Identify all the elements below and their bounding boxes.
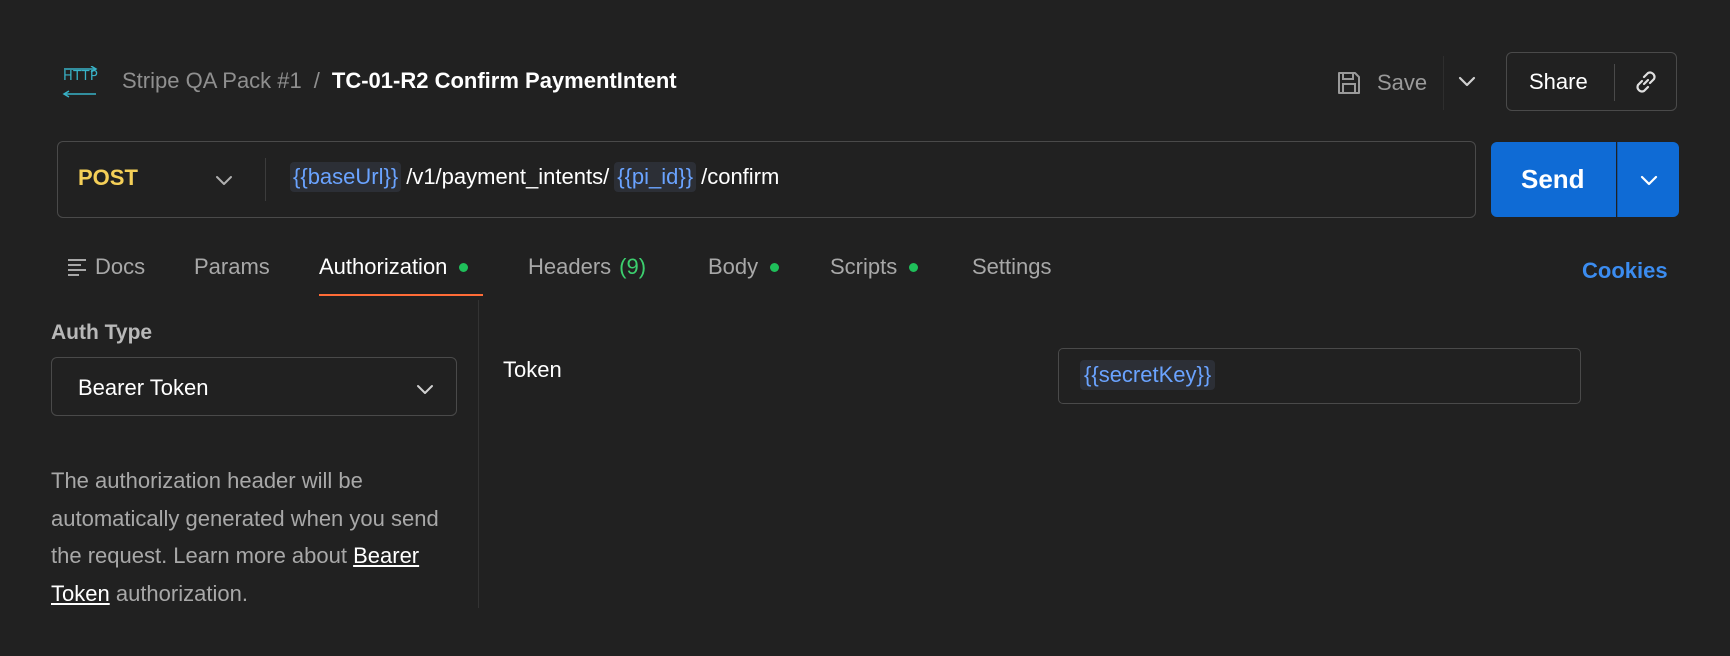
tab-indicator-dot bbox=[770, 262, 780, 272]
token-variable: {{secretKey}} bbox=[1080, 360, 1216, 390]
request-title[interactable]: TC-01-R2 Confirm PaymentIntent bbox=[332, 68, 677, 94]
token-input[interactable]: {{secretKey}} bbox=[1058, 348, 1581, 404]
auth-type-value: Bearer Token bbox=[78, 375, 209, 400]
url-path: /confirm bbox=[701, 164, 780, 189]
request-tabs: Docs Params Authorization Headers (9) Bo… bbox=[0, 250, 1730, 300]
share-group: Share bbox=[1506, 52, 1677, 111]
link-icon[interactable] bbox=[1631, 67, 1661, 97]
tab-body-label: Body bbox=[708, 254, 759, 279]
share-button[interactable]: Share bbox=[1529, 69, 1588, 95]
url-input[interactable]: {{baseUrl}} /v1/payment_intents/ {{pi_id… bbox=[290, 162, 784, 192]
method-select[interactable]: POST bbox=[78, 165, 138, 191]
url-variable: {{pi_id}} bbox=[614, 162, 697, 192]
url-bar: POST {{baseUrl}} /v1/payment_intents/ {{… bbox=[57, 141, 1476, 218]
tab-body[interactable]: Body bbox=[708, 254, 780, 280]
auth-description: The authorization header will be automat… bbox=[51, 462, 461, 612]
breadcrumb: Stripe QA Pack #1 / TC-01-R2 Confirm Pay… bbox=[122, 68, 677, 94]
tab-settings-label: Settings bbox=[972, 254, 1052, 279]
save-label: Save bbox=[1377, 70, 1428, 95]
tab-scripts[interactable]: Scripts bbox=[830, 254, 919, 280]
tab-authorization-label: Authorization bbox=[319, 254, 448, 279]
active-tab-underline bbox=[319, 294, 483, 296]
auth-type-label: Auth Type bbox=[51, 321, 153, 344]
tab-authorization[interactable]: Authorization bbox=[319, 254, 469, 280]
url-path: /v1/payment_intents/ bbox=[406, 164, 610, 189]
chevron-down-icon[interactable] bbox=[213, 169, 235, 191]
http-icon: HTTP bbox=[62, 66, 98, 98]
tab-scripts-label: Scripts bbox=[830, 254, 898, 279]
tab-docs-label: Docs bbox=[95, 254, 146, 279]
share-divider bbox=[1614, 64, 1615, 101]
send-options-button[interactable] bbox=[1617, 142, 1679, 217]
send-label: Send bbox=[1521, 164, 1585, 194]
chevron-down-icon[interactable] bbox=[1456, 70, 1478, 92]
tab-settings[interactable]: Settings bbox=[972, 254, 1052, 280]
breadcrumb-collection[interactable]: Stripe QA Pack #1 bbox=[122, 68, 302, 94]
tab-indicator-dot bbox=[909, 262, 919, 272]
floppy-disk-icon bbox=[1338, 72, 1360, 94]
tab-headers-count: (9) bbox=[619, 254, 647, 279]
auth-type-select[interactable]: Bearer Token bbox=[51, 357, 457, 416]
tab-headers-label: Headers bbox=[528, 254, 612, 279]
send-button[interactable]: Send bbox=[1491, 142, 1616, 217]
save-divider bbox=[1443, 56, 1444, 110]
tab-params-label: Params bbox=[194, 254, 270, 279]
url-variable: {{baseUrl}} bbox=[290, 162, 402, 192]
request-header: HTTP Stripe QA Pack #1 / TC-01-R2 Confir… bbox=[0, 0, 1730, 120]
docs-icon bbox=[68, 259, 86, 276]
breadcrumb-separator: / bbox=[313, 68, 320, 93]
chevron-down-icon bbox=[1640, 175, 1658, 186]
auth-description-suffix: authorization. bbox=[115, 580, 248, 606]
cookies-link[interactable]: Cookies bbox=[1582, 258, 1668, 284]
panel-divider bbox=[478, 300, 479, 608]
save-button[interactable]: Save bbox=[1335, 66, 1427, 100]
tab-params[interactable]: Params bbox=[194, 254, 270, 280]
chevron-down-icon bbox=[417, 385, 433, 394]
token-label: Token bbox=[503, 357, 562, 382]
tab-indicator-dot bbox=[459, 262, 469, 272]
url-divider bbox=[265, 158, 266, 201]
tab-docs[interactable]: Docs bbox=[67, 254, 145, 280]
tab-headers[interactable]: Headers (9) bbox=[528, 254, 646, 280]
